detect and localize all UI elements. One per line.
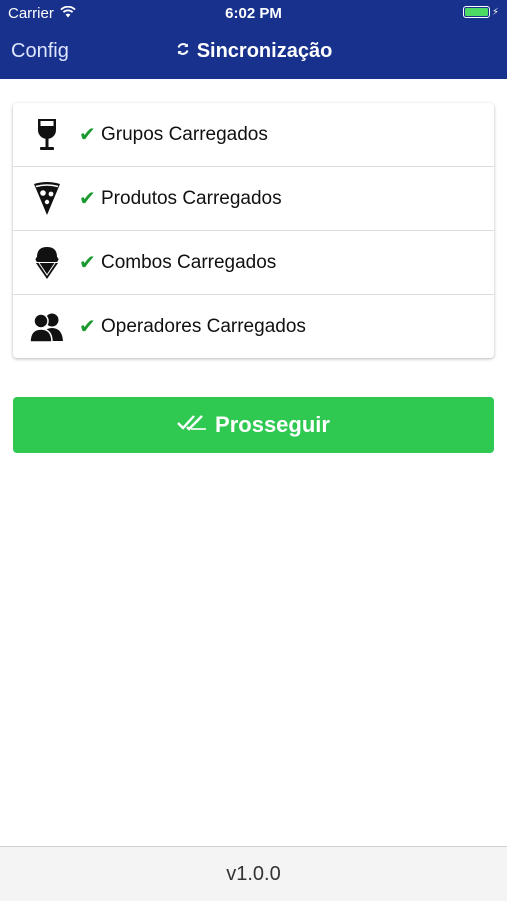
- refresh-icon: [175, 40, 191, 63]
- pizza-slice-icon: [27, 179, 67, 219]
- ice-cream-icon: [27, 243, 67, 283]
- status-time: 6:02 PM: [225, 5, 282, 22]
- list-item: ✔ Combos Carregados: [13, 231, 494, 295]
- proceed-button-label: Prosseguir: [215, 412, 330, 437]
- list-item: ✔ Produtos Carregados: [13, 167, 494, 231]
- check-icon: ✔: [79, 252, 96, 274]
- list-item: ✔ Operadores Carregados: [13, 295, 494, 358]
- navigation-bar: Config Sincronização: [0, 30, 507, 76]
- users-icon: [27, 307, 67, 347]
- charging-bolt-icon: ⚡: [491, 6, 499, 18]
- sync-item-label: Grupos Carregados: [101, 123, 268, 145]
- list-item: ✔ Grupos Carregados: [13, 103, 494, 167]
- proceed-button[interactable]: Prosseguir: [13, 397, 494, 453]
- double-check-icon: [177, 412, 207, 438]
- sync-item-label: Operadores Carregados: [101, 315, 306, 337]
- check-icon: ✔: [79, 316, 96, 338]
- footer-bar: v1.0.0: [0, 846, 507, 901]
- sync-status-list: ✔ Grupos Carregados ✔ Produtos Carregado…: [13, 103, 494, 358]
- check-icon: ✔: [79, 188, 96, 210]
- battery-icon: ⚡: [462, 6, 499, 18]
- check-icon: ✔: [79, 124, 96, 146]
- top-bar: Carrier 6:02 PM ⚡ Config Sincronização: [0, 0, 507, 79]
- app-version: v1.0.0: [226, 862, 281, 885]
- wine-glass-icon: [27, 115, 67, 155]
- sync-item-label: Produtos Carregados: [101, 187, 282, 209]
- status-bar: Carrier 6:02 PM ⚡: [0, 0, 507, 28]
- page-title: Sincronização: [0, 40, 507, 63]
- sync-item-label: Combos Carregados: [101, 251, 277, 273]
- page-title-text: Sincronização: [196, 40, 333, 62]
